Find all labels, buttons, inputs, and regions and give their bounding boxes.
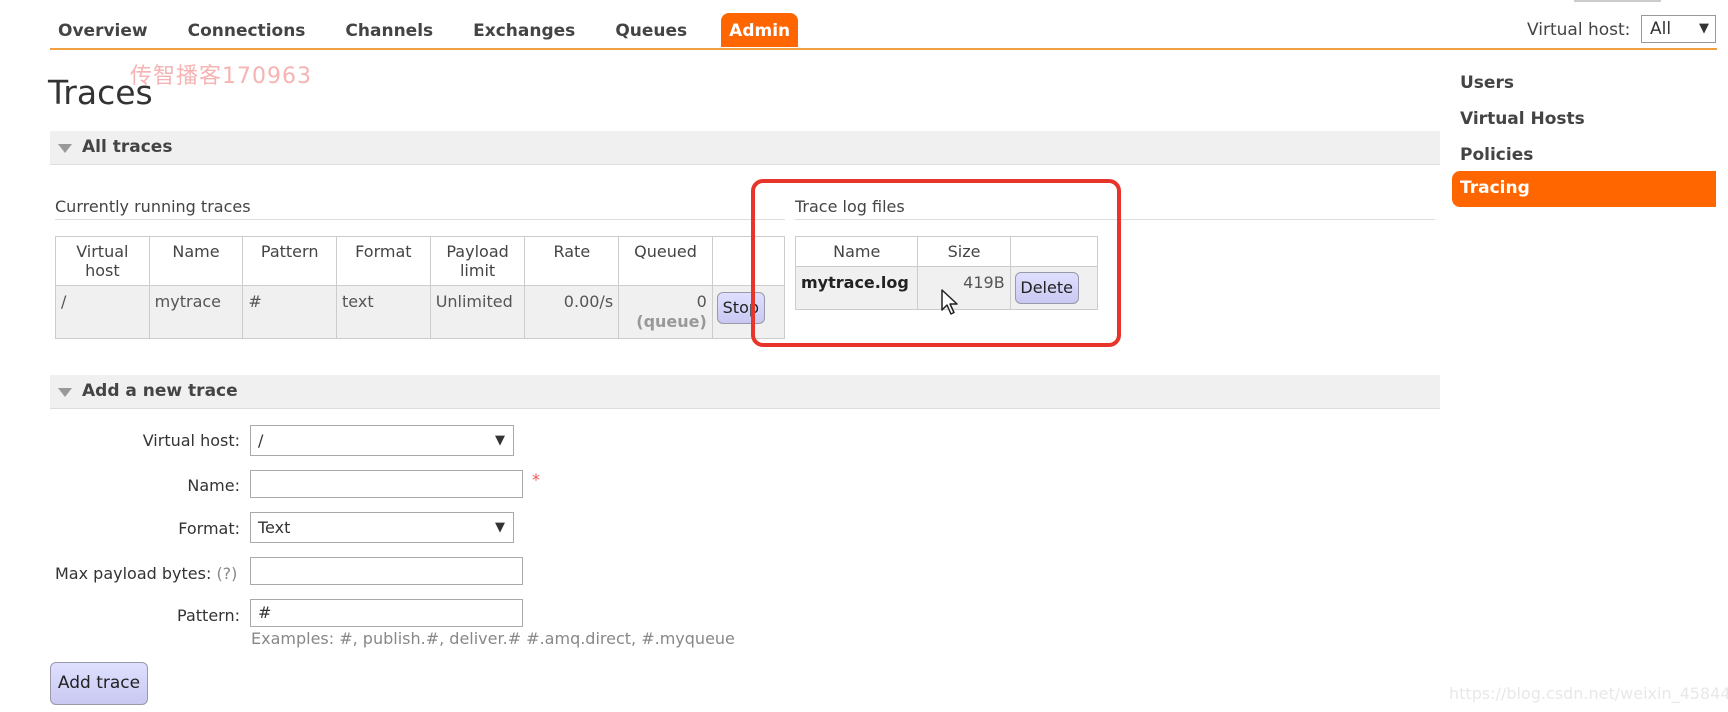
col-pattern: Pattern: [242, 236, 338, 286]
mouse-cursor-icon: [941, 289, 958, 315]
vhost-select-value: All: [1650, 19, 1672, 39]
sidebar-item-tracing[interactable]: Tracing: [1452, 171, 1716, 207]
tab-channels[interactable]: Channels: [337, 13, 455, 47]
sidebar-item-policies[interactable]: Policies: [1460, 145, 1533, 165]
tab-queues[interactable]: Queues: [607, 13, 709, 47]
help-icon[interactable]: (?): [216, 564, 237, 583]
sidebar-item-users[interactable]: Users: [1460, 73, 1514, 93]
add-trace-header[interactable]: Add a new trace: [50, 375, 1440, 409]
footer-url: https://blog.csdn.net/weixin_45844810: [1449, 684, 1728, 703]
main-nav: Overview Connections Channels Exchanges …: [50, 13, 808, 47]
cell-pattern: #: [242, 285, 338, 339]
watermark: 传智播客170963: [130, 64, 312, 89]
cell-rate: 0.00/s: [524, 285, 620, 339]
vhost-select[interactable]: All ▼: [1641, 15, 1716, 43]
form-max-label: Max payload bytes:: [55, 564, 212, 583]
add-trace-button[interactable]: Add trace: [50, 662, 148, 705]
form-name-label: Name:: [187, 476, 240, 495]
form-format-label: Format:: [178, 519, 240, 538]
form-vhost-value: /: [258, 431, 264, 450]
nav-underline: [50, 48, 1717, 50]
sidebar-item-tracing-label: Tracing: [1460, 178, 1530, 198]
tab-exchanges[interactable]: Exchanges: [465, 13, 597, 47]
table-row: / mytrace # text Unlimited 0.00/s 0 (que…: [55, 285, 786, 339]
queued-sub: (queue): [636, 312, 707, 331]
highlight-box: [751, 179, 1121, 347]
table-header-row: Virtual host Name Pattern Format Payload…: [55, 236, 786, 286]
dropdown-arrow-icon: ▼: [495, 520, 505, 535]
running-traces-table: Virtual host Name Pattern Format Payload…: [55, 236, 786, 339]
name-input[interactable]: [250, 470, 523, 498]
dropdown-arrow-icon: ▼: [495, 433, 505, 448]
cell-format: text: [336, 285, 431, 339]
col-queued: Queued: [618, 236, 713, 286]
col-payload-limit: Payload limit: [429, 236, 526, 286]
form-vhost-select[interactable]: / ▼: [250, 425, 514, 456]
pattern-input[interactable]: #: [250, 599, 523, 627]
form-pattern-label: Pattern:: [177, 606, 240, 625]
col-virtual-host: Virtual host: [55, 236, 150, 286]
all-traces-header[interactable]: All traces: [50, 131, 1440, 165]
col-rate: Rate: [524, 236, 620, 286]
form-max-label-wrap: Max payload bytes: (?): [55, 564, 237, 583]
cell-queued: 0 (queue): [618, 285, 713, 339]
collapse-triangle-icon: [58, 144, 72, 153]
page-title: Traces: [48, 73, 153, 112]
running-traces-divider: [55, 219, 785, 220]
collapse-triangle-icon: [58, 388, 72, 397]
top-divider: [1574, 0, 1661, 2]
format-select[interactable]: Text ▼: [250, 512, 514, 543]
required-marker: *: [532, 470, 540, 489]
col-name: Name: [148, 236, 244, 286]
tab-overview[interactable]: Overview: [50, 13, 170, 47]
pattern-examples: Examples: #, publish.#, deliver.# #.amq.…: [251, 629, 735, 648]
add-trace-title: Add a new trace: [82, 381, 238, 401]
tab-admin[interactable]: Admin: [721, 13, 799, 47]
tab-connections[interactable]: Connections: [180, 13, 328, 47]
vhost-label: Virtual host:: [1527, 20, 1631, 40]
sidebar-item-virtual-hosts[interactable]: Virtual Hosts: [1460, 109, 1585, 129]
all-traces-title: All traces: [82, 137, 173, 157]
queued-count: 0: [696, 292, 707, 311]
cell-vhost: /: [55, 285, 150, 339]
dropdown-arrow-icon: ▼: [1699, 21, 1709, 36]
format-select-value: Text: [258, 518, 291, 537]
max-payload-input[interactable]: [250, 557, 523, 585]
form-vhost-label: Virtual host:: [142, 431, 240, 450]
cell-name: mytrace: [148, 285, 244, 339]
col-format: Format: [336, 236, 431, 286]
cell-payload: Unlimited: [429, 285, 526, 339]
running-traces-title: Currently running traces: [55, 197, 251, 216]
